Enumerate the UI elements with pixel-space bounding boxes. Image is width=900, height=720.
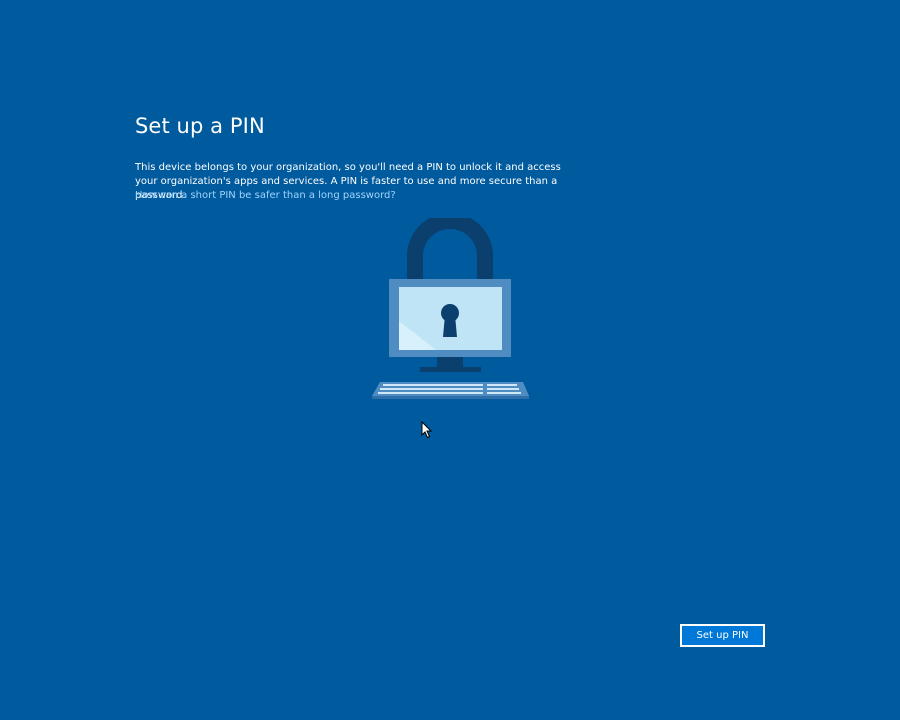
page-title: Set up a PIN — [135, 114, 265, 138]
pc-with-padlock-icon — [372, 218, 529, 399]
mouse-pointer-icon — [421, 421, 433, 439]
pin-help-link[interactable]: How can a short PIN be safer than a long… — [135, 189, 396, 203]
setup-pin-button[interactable]: Set up PIN — [680, 624, 765, 647]
pin-setup-screen: Set up a PIN This device belongs to your… — [0, 0, 900, 720]
